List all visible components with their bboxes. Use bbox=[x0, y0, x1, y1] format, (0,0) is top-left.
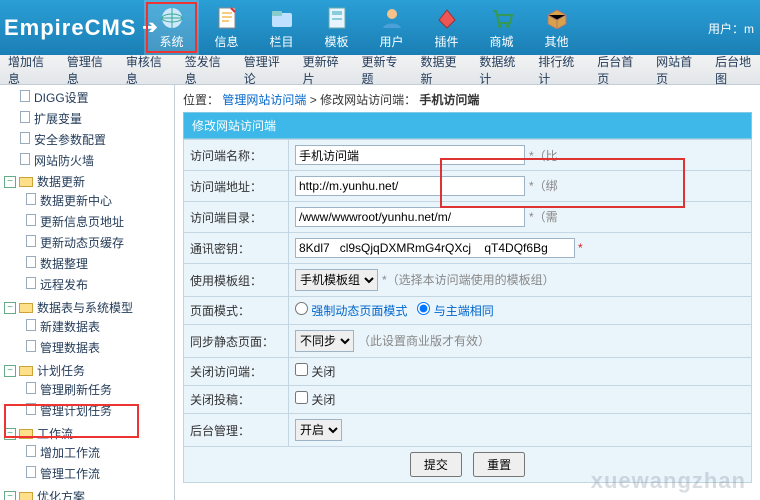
folder-icon bbox=[19, 177, 33, 187]
nav-info[interactable]: 信息 bbox=[199, 0, 254, 55]
cart-icon bbox=[489, 5, 515, 31]
nav-plugin[interactable]: 插件 bbox=[419, 0, 474, 55]
tree-item[interactable]: 更新信息页地址 bbox=[40, 215, 124, 229]
tree-item[interactable]: 数据更新中心 bbox=[40, 194, 112, 208]
select-static[interactable]: 不同步 bbox=[295, 330, 354, 352]
bc-link[interactable]: 管理网站访问端 bbox=[222, 93, 306, 107]
reset-button[interactable]: 重置 bbox=[473, 452, 525, 477]
sub-toolbar: 增加信息 管理信息 审核信息 签发信息 管理评论 更新碎片 更新专题 数据更新 … bbox=[0, 55, 760, 85]
globe-icon bbox=[159, 5, 185, 31]
input-directory[interactable] bbox=[295, 207, 525, 227]
radio-same-main[interactable]: 与主端相同 bbox=[417, 304, 493, 318]
nav-other[interactable]: 其他 bbox=[529, 0, 584, 55]
sub-map[interactable]: 后台地图 bbox=[715, 53, 760, 87]
toggle-icon[interactable] bbox=[4, 176, 16, 188]
checkbox-close-post[interactable]: 关闭 bbox=[295, 393, 335, 407]
tree-extvar[interactable]: 扩展变量 bbox=[34, 112, 82, 126]
box-icon bbox=[544, 5, 570, 31]
nav-template[interactable]: 模板 bbox=[309, 0, 364, 55]
tree-firewall[interactable]: 网站防火墙 bbox=[34, 154, 94, 168]
sub-manage-info[interactable]: 管理信息 bbox=[67, 53, 112, 87]
input-key[interactable] bbox=[295, 238, 575, 258]
folder-icon bbox=[19, 492, 33, 500]
tree-data-update[interactable]: 数据更新 bbox=[37, 173, 85, 190]
toggle-icon[interactable] bbox=[4, 302, 16, 314]
document-icon bbox=[214, 5, 240, 31]
sub-rank[interactable]: 排行统计 bbox=[538, 53, 583, 87]
logo: EmpireCMS ➔ bbox=[4, 15, 144, 41]
tree-digg[interactable]: DIGG设置 bbox=[34, 91, 89, 105]
tree-item[interactable]: 管理工作流 bbox=[40, 467, 100, 481]
content-area: 位置： 管理网站访问端 > 修改网站访问端： 手机访问端 修改网站访问端 访问端… bbox=[175, 85, 760, 500]
sub-admin-home[interactable]: 后台首页 bbox=[597, 53, 642, 87]
tree-item[interactable]: 管理数据表 bbox=[40, 341, 100, 355]
sub-add-info[interactable]: 增加信息 bbox=[8, 53, 53, 87]
toggle-icon[interactable] bbox=[4, 428, 16, 440]
sub-audit[interactable]: 审核信息 bbox=[126, 53, 171, 87]
user-info: 用户：m bbox=[708, 20, 754, 37]
sub-data-update[interactable]: 数据更新 bbox=[420, 53, 465, 87]
tree-optimize[interactable]: 优化方案 bbox=[37, 488, 85, 500]
tree-item[interactable]: 管理刷新任务 bbox=[40, 383, 112, 397]
sub-stats[interactable]: 数据统计 bbox=[479, 53, 524, 87]
nav-category[interactable]: 栏目 bbox=[254, 0, 309, 55]
sub-fragments[interactable]: 更新碎片 bbox=[303, 53, 348, 87]
watermark: xuewangzhan bbox=[591, 468, 746, 494]
plugin-icon bbox=[434, 5, 460, 31]
breadcrumb: 位置： 管理网站访问端 > 修改网站访问端： 手机访问端 bbox=[183, 91, 752, 108]
toggle-icon[interactable] bbox=[4, 365, 16, 377]
label-name: 访问端名称： bbox=[184, 140, 289, 171]
input-address[interactable] bbox=[295, 176, 525, 196]
tree-item[interactable]: 新建数据表 bbox=[40, 320, 100, 334]
form-table: 访问端名称： *（比 访问端地址： *（绑 访问端目录： *（需 通讯密钥： *… bbox=[183, 139, 752, 483]
sub-topics[interactable]: 更新专题 bbox=[362, 53, 407, 87]
input-name[interactable] bbox=[295, 145, 525, 165]
top-bar: EmpireCMS ➔ 系统 信息 栏目 模板 用户 插件 商城 bbox=[0, 0, 760, 55]
label-mode: 页面模式： bbox=[184, 297, 289, 325]
radio-force-dynamic[interactable]: 强制动态页面模式 bbox=[295, 304, 407, 318]
label-static: 同步静态页面： bbox=[184, 325, 289, 358]
select-admin[interactable]: 开启 bbox=[295, 419, 342, 441]
label-directory: 访问端目录： bbox=[184, 202, 289, 233]
panel-title: 修改网站访问端 bbox=[183, 112, 752, 139]
label-admin: 后台管理： bbox=[184, 414, 289, 447]
tree-item[interactable]: 数据整理 bbox=[40, 257, 88, 271]
folder-icon bbox=[19, 366, 33, 376]
label-close-post: 关闭投稿： bbox=[184, 386, 289, 414]
tree-cron[interactable]: 计划任务 bbox=[37, 362, 85, 379]
sub-sign[interactable]: 签发信息 bbox=[185, 53, 230, 87]
template-icon bbox=[324, 5, 350, 31]
toggle-icon[interactable] bbox=[4, 491, 16, 500]
tree-item[interactable]: 远程发布 bbox=[40, 278, 88, 292]
folder-icon bbox=[19, 303, 33, 313]
tree-secparam[interactable]: 安全参数配置 bbox=[34, 133, 106, 147]
label-close-access: 关闭访问端： bbox=[184, 358, 289, 386]
nav-shop[interactable]: 商城 bbox=[474, 0, 529, 55]
sub-comments[interactable]: 管理评论 bbox=[244, 53, 289, 87]
tree-workflow[interactable]: 工作流 bbox=[37, 425, 73, 442]
tree-item[interactable]: 管理计划任务 bbox=[40, 404, 112, 418]
sidebar: DIGG设置 扩展变量 安全参数配置 网站防火墙 数据更新 数据更新中心 更新信… bbox=[0, 85, 175, 500]
folder-icon bbox=[269, 5, 295, 31]
checkbox-close-access[interactable]: 关闭 bbox=[295, 365, 335, 379]
user-icon bbox=[379, 5, 405, 31]
select-template[interactable]: 手机模板组 bbox=[295, 269, 378, 291]
nav-system[interactable]: 系统 bbox=[144, 0, 199, 55]
submit-button[interactable]: 提交 bbox=[410, 452, 462, 477]
label-address: 访问端地址： bbox=[184, 171, 289, 202]
tree-datatable[interactable]: 数据表与系统模型 bbox=[37, 299, 133, 316]
main-area: DIGG设置 扩展变量 安全参数配置 网站防火墙 数据更新 数据更新中心 更新信… bbox=[0, 85, 760, 500]
nav-user[interactable]: 用户 bbox=[364, 0, 419, 55]
label-template: 使用模板组： bbox=[184, 264, 289, 297]
sub-site-home[interactable]: 网站首页 bbox=[656, 53, 701, 87]
tree-item[interactable]: 更新动态页缓存 bbox=[40, 236, 124, 250]
tree-item[interactable]: 增加工作流 bbox=[40, 446, 100, 460]
main-nav: 系统 信息 栏目 模板 用户 插件 商城 其他 bbox=[144, 0, 584, 55]
folder-icon bbox=[19, 429, 33, 439]
label-key: 通讯密钥： bbox=[184, 233, 289, 264]
